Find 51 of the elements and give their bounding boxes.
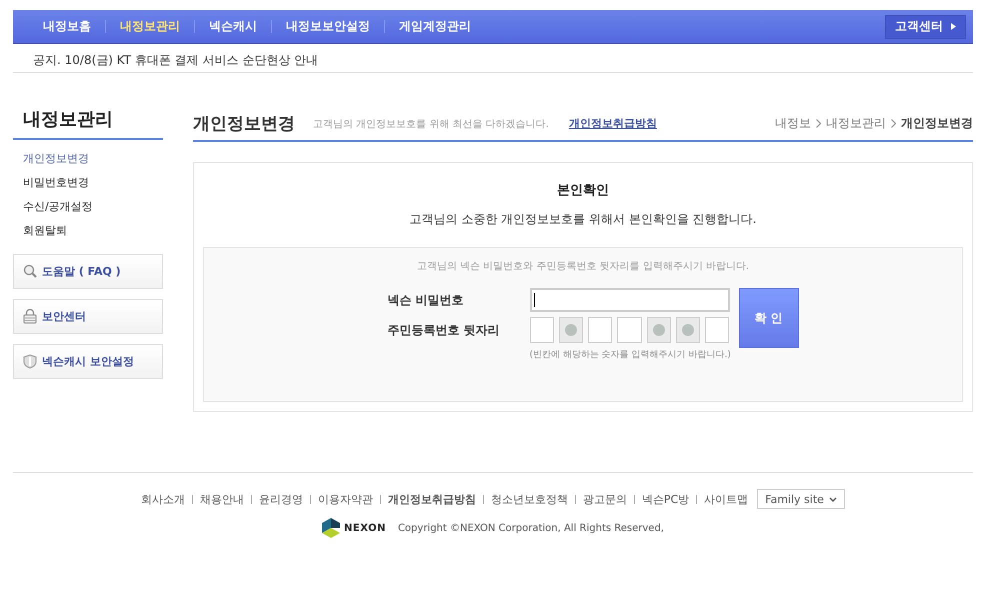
customer-center-button[interactable]: 고객센터: [885, 14, 966, 38]
footer-link[interactable]: 채용안내: [200, 492, 244, 506]
digit-field[interactable]: [588, 317, 612, 343]
sidebar-link-box[interactable]: 도움말 ( FAQ ): [13, 254, 163, 289]
instruction-text: 고객님의 넥슨 비밀번호와 주민등록번호 뒷자리를 입력해주시기 바랍니다.: [416, 260, 750, 273]
shield-icon: [23, 354, 37, 369]
digit-field[interactable]: [530, 317, 554, 343]
verify-title: 본인확인: [556, 182, 610, 199]
password-field[interactable]: [530, 288, 730, 312]
search-icon: [23, 264, 37, 279]
footer-link[interactable]: 윤리경영: [258, 492, 303, 506]
digit-field[interactable]: [617, 317, 642, 343]
verify-intro: 고객님의 소중한 개인정보보호를 위해서 본인확인을 진행합니다.: [408, 211, 758, 228]
notice-text[interactable]: 공지. 10/8(금) KT 휴대폰 결제 서비스 순단현상 안내: [13, 44, 973, 72]
cube-logo-icon: [322, 518, 340, 538]
footer-link[interactable]: 청소년보호정책: [490, 492, 568, 506]
footer-link[interactable]: 사이트맵: [704, 492, 748, 506]
password-label: 넥슨 비밀번호: [388, 292, 465, 308]
breadcrumb-item[interactable]: 내정보: [775, 115, 811, 132]
chevron-right-icon: [816, 119, 821, 128]
sidebar-item[interactable]: 비밀번호변경: [23, 175, 163, 192]
digit-field[interactable]: [705, 317, 730, 343]
lock-icon: [23, 309, 37, 324]
page-title: 개인정보변경: [193, 113, 295, 135]
footer-link[interactable]: 이용자약관: [318, 492, 373, 506]
page-subtitle: 고객님의 개인정보보호를 위해 최선을 다하겠습니다.: [313, 118, 549, 130]
nexon-logo-text: NEXON: [344, 522, 386, 534]
sidebar-link-box[interactable]: 보안센터: [13, 299, 163, 334]
chevron-right-icon: [891, 119, 896, 128]
sidebar-item[interactable]: 회원탈퇴: [23, 223, 163, 240]
footer-link[interactable]: 넥슨PC방: [642, 492, 690, 506]
breadcrumb-item: 개인정보변경: [901, 115, 973, 132]
nav-item[interactable]: 넥슨캐시: [195, 18, 271, 35]
nav-item[interactable]: 내정보홈: [38, 18, 105, 35]
breadcrumb-item[interactable]: 내정보관리: [826, 115, 886, 132]
sidebar-title: 내정보관리: [13, 107, 163, 140]
privacy-policy-link[interactable]: 개인정보취급방침: [568, 116, 657, 131]
sidebar-item[interactable]: 수신/공개설정: [23, 199, 163, 216]
hint-text: (빈칸에 해당하는 숫자를 입력해주시기 바랍니다.): [530, 349, 730, 361]
footer-link[interactable]: 광고문의: [582, 492, 627, 506]
nav-item[interactable]: 게임계정관리: [385, 18, 485, 35]
sidebar-link-box[interactable]: 넥슨캐시 보안설정: [13, 344, 163, 379]
nav-item[interactable]: 내정보보안설정: [272, 18, 384, 35]
footer-link[interactable]: 개인정보취급방침: [388, 492, 476, 506]
id-number-label: 주민등록번호 뒷자리: [388, 322, 501, 338]
footer-link[interactable]: 회사소개: [140, 492, 185, 506]
family-site-dropdown[interactable]: Family site: [757, 489, 846, 509]
copyright-text: Copyright ©NEXON Corporation, All Rights Reserved,: [398, 522, 664, 534]
chevron-down-icon: [829, 496, 838, 502]
sidebar-item[interactable]: 개인정보변경: [23, 151, 163, 168]
triangle-icon: [951, 23, 956, 30]
